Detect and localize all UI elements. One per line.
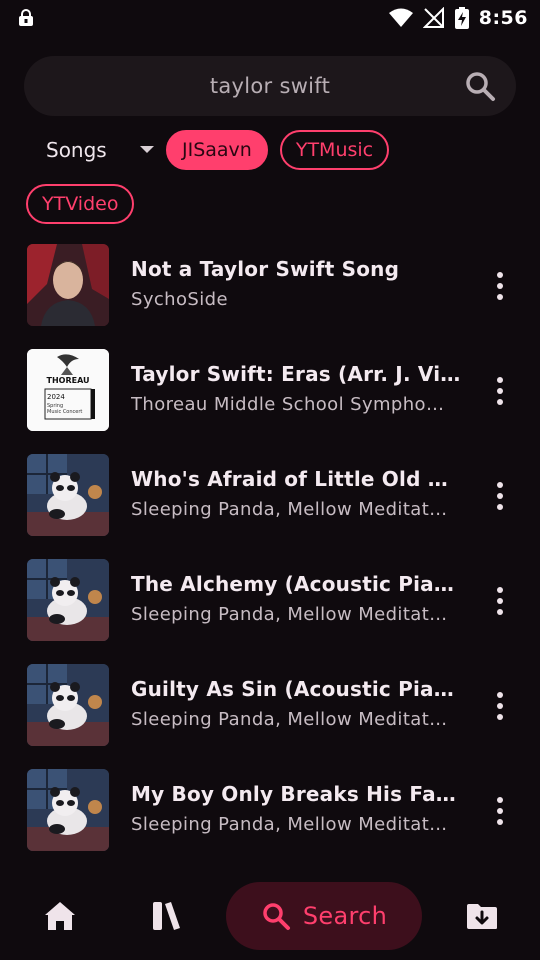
- song-title: Taylor Swift: Eras (Arr. J. Vinso…: [131, 362, 467, 386]
- album-art: [27, 559, 109, 641]
- song-artist: Sleeping Panda, Mellow Meditat…: [131, 814, 448, 835]
- chip-ytmusic[interactable]: YTMusic: [279, 130, 390, 170]
- nav-search-label: Search: [302, 902, 388, 930]
- song-item[interactable]: Who's Afraid of Little Old Me (… Sleepin…: [0, 452, 540, 557]
- chip-ytvideo[interactable]: YTVideo: [26, 184, 135, 224]
- song-item[interactable]: The Alchemy (Acoustic Piano … Sleeping P…: [0, 557, 540, 662]
- library-icon: [153, 902, 180, 930]
- lock-icon: [19, 9, 33, 26]
- album-art: [27, 244, 109, 326]
- song-title: Not a Taylor Swift Song: [131, 257, 400, 281]
- more-options-icon[interactable]: [486, 268, 514, 304]
- song-artist: Sleeping Panda, Mellow Meditat…: [131, 604, 448, 625]
- thumb-line2: Music Concert: [47, 409, 82, 415]
- nav-search[interactable]: Search: [226, 882, 422, 950]
- more-options-icon[interactable]: [486, 793, 514, 829]
- song-item[interactable]: Guilty As Sin (Acoustic Piano … Sleeping…: [0, 662, 540, 767]
- album-art: [27, 664, 109, 746]
- song-item[interactable]: Not a Taylor Swift Song SychoSide: [0, 242, 540, 347]
- downloads-icon: [467, 904, 497, 929]
- more-options-icon[interactable]: [486, 583, 514, 619]
- more-options-icon[interactable]: [486, 373, 514, 409]
- song-list: Not a Taylor Swift Song SychoSide THOREA…: [0, 242, 540, 872]
- search-icon[interactable]: [464, 70, 496, 102]
- album-art: [27, 454, 109, 536]
- search-bar[interactable]: taylor swift: [24, 56, 516, 116]
- song-artist: Sleeping Panda, Mellow Meditat…: [131, 499, 448, 520]
- filter-row-2: YTVideo: [26, 184, 135, 226]
- search-query[interactable]: taylor swift: [210, 74, 330, 98]
- bottom-nav: Search: [0, 868, 540, 960]
- nav-home[interactable]: [30, 882, 90, 950]
- song-item[interactable]: THOREAU 2024 Spring Music Concert Taylor…: [0, 347, 540, 452]
- thumb-title: THOREAU: [46, 376, 89, 385]
- home-icon: [45, 902, 75, 930]
- song-title: Guilty As Sin (Acoustic Piano …: [131, 677, 467, 701]
- song-title: My Boy Only Breaks His Favori…: [131, 782, 467, 806]
- chip-jisaavn[interactable]: JISaavn: [166, 130, 268, 170]
- wifi-icon: [388, 8, 413, 27]
- album-art: [27, 769, 109, 851]
- search-icon: [263, 903, 290, 930]
- nav-downloads[interactable]: [452, 882, 512, 950]
- song-artist: SychoSide: [131, 289, 228, 310]
- nav-library[interactable]: [136, 882, 196, 950]
- no-signal-icon: [422, 7, 444, 28]
- album-art: THOREAU 2024 Spring Music Concert: [27, 349, 109, 431]
- status-bar: 8:56: [0, 0, 540, 36]
- song-artist: Thoreau Middle School Sympho…: [131, 394, 445, 415]
- song-artist: Sleeping Panda, Mellow Meditat…: [131, 709, 448, 730]
- status-time: 8:56: [478, 7, 528, 29]
- thumb-year: 2024: [47, 393, 65, 401]
- more-options-icon[interactable]: [486, 688, 514, 724]
- dropdown-label: Songs: [46, 138, 107, 162]
- song-title: The Alchemy (Acoustic Piano …: [131, 572, 467, 596]
- filter-row: Songs JISaavn YTMusic: [26, 128, 516, 172]
- type-dropdown[interactable]: Songs: [26, 130, 166, 170]
- song-title: Who's Afraid of Little Old Me (…: [131, 467, 467, 491]
- battery-charging-icon: [454, 7, 469, 29]
- more-options-icon[interactable]: [486, 478, 514, 514]
- caret-down-icon: [139, 146, 154, 153]
